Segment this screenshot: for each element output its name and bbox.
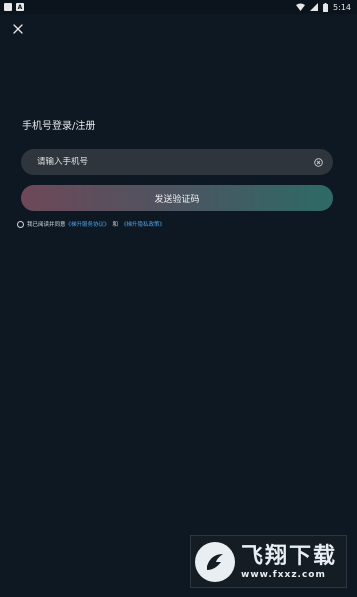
wifi-icon [296,3,306,11]
watermark: 飞翔下载 www.fxxz.com [190,535,347,588]
watermark-name: 飞翔下载 [241,543,338,569]
phone-field[interactable] [21,149,333,175]
battery-icon [323,2,329,12]
app-notification-icon: A [16,3,24,11]
watermark-url: www.fxxz.com [241,569,326,580]
watermark-logo-icon [195,541,235,582]
signal-icon [310,3,319,11]
agreement-prefix: 我已阅读并同意 [27,222,66,228]
clear-icon [313,157,323,167]
phone-input[interactable] [37,157,313,167]
notification-icon [4,3,12,11]
clear-button[interactable] [313,157,323,167]
close-icon [13,24,23,34]
status-right: 5:14 [296,2,351,12]
agreement-row: 我已阅读并同意 《梯升服务协议》 和 《梯升隐私政策》 [17,220,165,228]
terms-link[interactable]: 《梯升服务协议》 [66,220,110,228]
send-code-button[interactable]: 发送验证码 [21,185,333,211]
status-bar: A 5:14 [0,0,357,14]
clock: 5:14 [333,2,351,12]
agreement-and: 和 [112,222,119,228]
close-button[interactable] [9,20,27,38]
page-title: 手机号登录/注册 [22,121,96,132]
agree-radio[interactable] [17,220,24,228]
watermark-text: 飞翔下载 www.fxxz.com [241,544,337,580]
status-left: A [4,3,24,11]
privacy-link[interactable]: 《梯升隐私政策》 [121,220,165,228]
